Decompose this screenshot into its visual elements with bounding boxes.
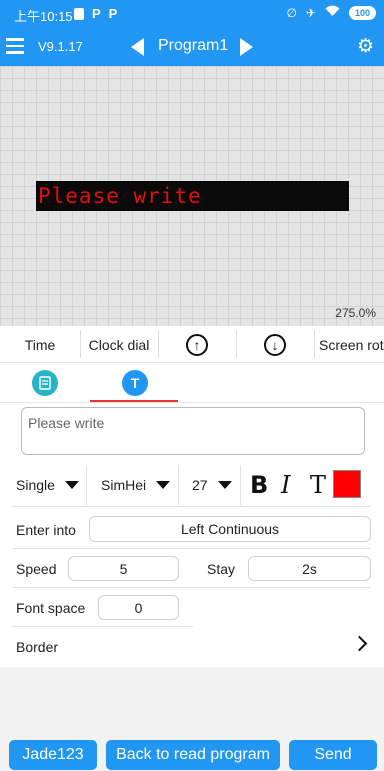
speed-field[interactable]: 5 (68, 556, 179, 581)
battery-icon: 100 (348, 5, 376, 20)
app-bar: V9.1.17 Program1 ⚙ (0, 28, 384, 66)
led-panel[interactable]: Please write (36, 181, 349, 211)
chevron-down-icon (64, 481, 79, 489)
text-icon: T (122, 370, 148, 396)
send-button[interactable]: Send (289, 740, 377, 770)
p-app-icon: P (92, 6, 101, 21)
font-family-value: SimHei (101, 477, 147, 493)
status-app-icons: P P (74, 7, 117, 20)
property-tabs: T (0, 363, 384, 403)
enter-into-label: Enter into (16, 522, 76, 538)
previous-program-icon[interactable] (131, 38, 144, 56)
notification-icon (74, 7, 84, 20)
font-family-dropdown[interactable]: SimHei (101, 465, 171, 505)
user-button-label: Jade123 (22, 746, 84, 763)
text-style-button[interactable]: T (310, 471, 326, 499)
font-size-value: 27 (192, 477, 208, 493)
document-icon (32, 370, 58, 396)
menu-icon[interactable] (6, 38, 24, 54)
tab-program-properties[interactable] (0, 363, 90, 403)
speed-value: 5 (119, 560, 128, 577)
gear-icon[interactable]: ⚙ (357, 37, 374, 56)
speed-label: Speed (16, 561, 57, 577)
item-toolbar: Time Clock dial ↑ ↓ Screen rot (0, 326, 384, 363)
status-time: 上午10:15 (14, 9, 73, 24)
font-space-value: 0 (134, 599, 143, 616)
time-tool-label: Time (24, 336, 56, 353)
stay-field[interactable]: 2s (248, 556, 371, 581)
italic-button[interactable]: I (281, 471, 290, 499)
time-tool[interactable]: Time (0, 326, 80, 363)
active-tab-indicator (90, 400, 178, 402)
move-down-button[interactable]: ↓ (236, 326, 314, 363)
stay-label: Stay (207, 561, 236, 577)
next-program-icon[interactable] (240, 38, 253, 56)
line-mode-value: Single (16, 477, 55, 493)
airplane-icon: ✈ (305, 5, 316, 20)
clock-dial-tool[interactable]: Clock dial (80, 326, 158, 363)
text-content-placeholder: Please write (28, 415, 105, 431)
mute-icon: ∅ (286, 5, 297, 20)
send-button-label: Send (314, 746, 352, 763)
border-row[interactable]: Border (0, 630, 384, 666)
program-title: Program1 (158, 37, 229, 54)
text-content-input[interactable]: Please write (21, 407, 365, 455)
enter-into-selector[interactable]: Left Continuous (89, 516, 371, 542)
app-version: V9.1.17 (38, 39, 83, 54)
font-size-dropdown[interactable]: 27 (192, 465, 232, 505)
stay-value: 2s (302, 560, 317, 577)
border-label: Border (16, 639, 59, 655)
p-app-icon: P (108, 6, 118, 21)
led-preview-text: Please write (38, 184, 202, 208)
font-space-label: Font space (16, 600, 86, 616)
chevron-down-icon (156, 481, 171, 489)
status-bar: 上午10:15 P P ∅ ✈ 100 (0, 0, 384, 28)
status-indicators: ∅ ✈ 100 (286, 5, 376, 20)
screen-rotate-label: Screen rot (319, 336, 384, 353)
zoom-level: 275.0% (335, 306, 376, 320)
user-button[interactable]: Jade123 (9, 740, 97, 770)
wifi-icon (325, 5, 340, 20)
back-button-label: Back to read program (116, 746, 270, 763)
move-up-button[interactable]: ↑ (158, 326, 236, 363)
led-preview-canvas[interactable]: Please write 275.0% (0, 66, 384, 326)
enter-into-value: Left Continuous (180, 521, 280, 537)
tab-text[interactable]: T (90, 363, 180, 403)
chevron-down-icon (217, 481, 232, 489)
back-to-read-program-button[interactable]: Back to read program (106, 740, 280, 770)
clock-dial-label: Clock dial (88, 336, 150, 353)
font-settings-row: Single SimHei 27 B I T (0, 465, 384, 505)
arrow-up-icon: ↑ (186, 333, 208, 356)
text-color-picker[interactable] (333, 470, 361, 498)
font-space-field[interactable]: 0 (98, 595, 179, 620)
arrow-down-icon: ↓ (264, 333, 286, 356)
line-mode-dropdown[interactable]: Single (16, 465, 79, 505)
screen-rotate-tool[interactable]: Screen rot (314, 326, 384, 363)
bold-button[interactable]: B (250, 471, 268, 499)
